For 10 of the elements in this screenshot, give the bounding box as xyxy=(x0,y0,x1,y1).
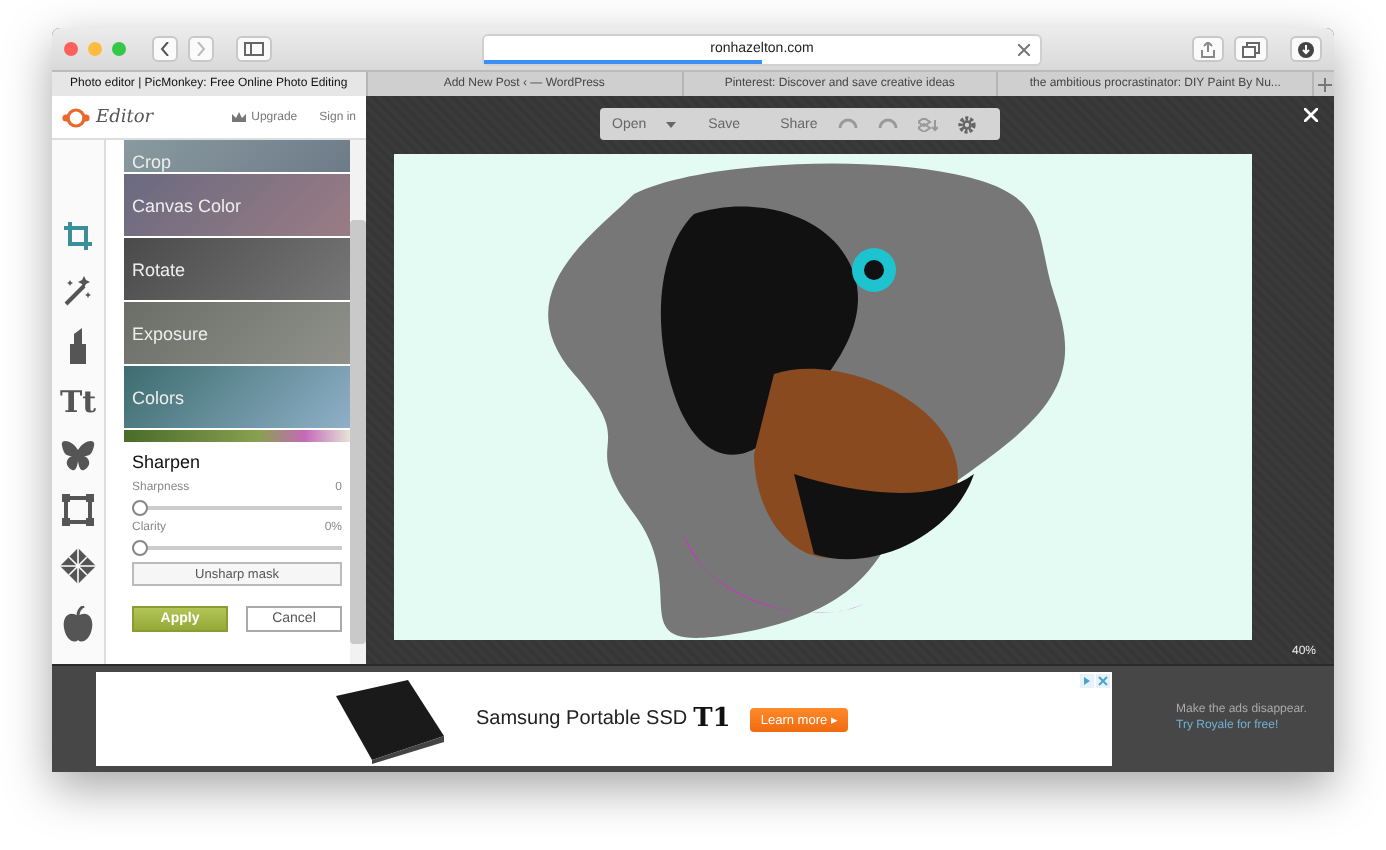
editor-logo: Editor xyxy=(96,107,154,127)
menu-tile[interactable]: Rotate xyxy=(124,238,350,302)
ad-model-logo: T1 xyxy=(693,704,731,734)
text-tool-icon[interactable]: Tt xyxy=(59,386,97,418)
menu-tile[interactable]: Crop xyxy=(124,140,350,174)
menu-tile[interactable]: Colors xyxy=(124,366,350,430)
menu-tile[interactable]: Exposure xyxy=(124,302,350,366)
panel-title: Sharpen xyxy=(132,452,203,472)
ad-headline: Samsung Portable SSD xyxy=(476,708,688,730)
menu-tile[interactable]: Canvas Color xyxy=(124,174,350,238)
